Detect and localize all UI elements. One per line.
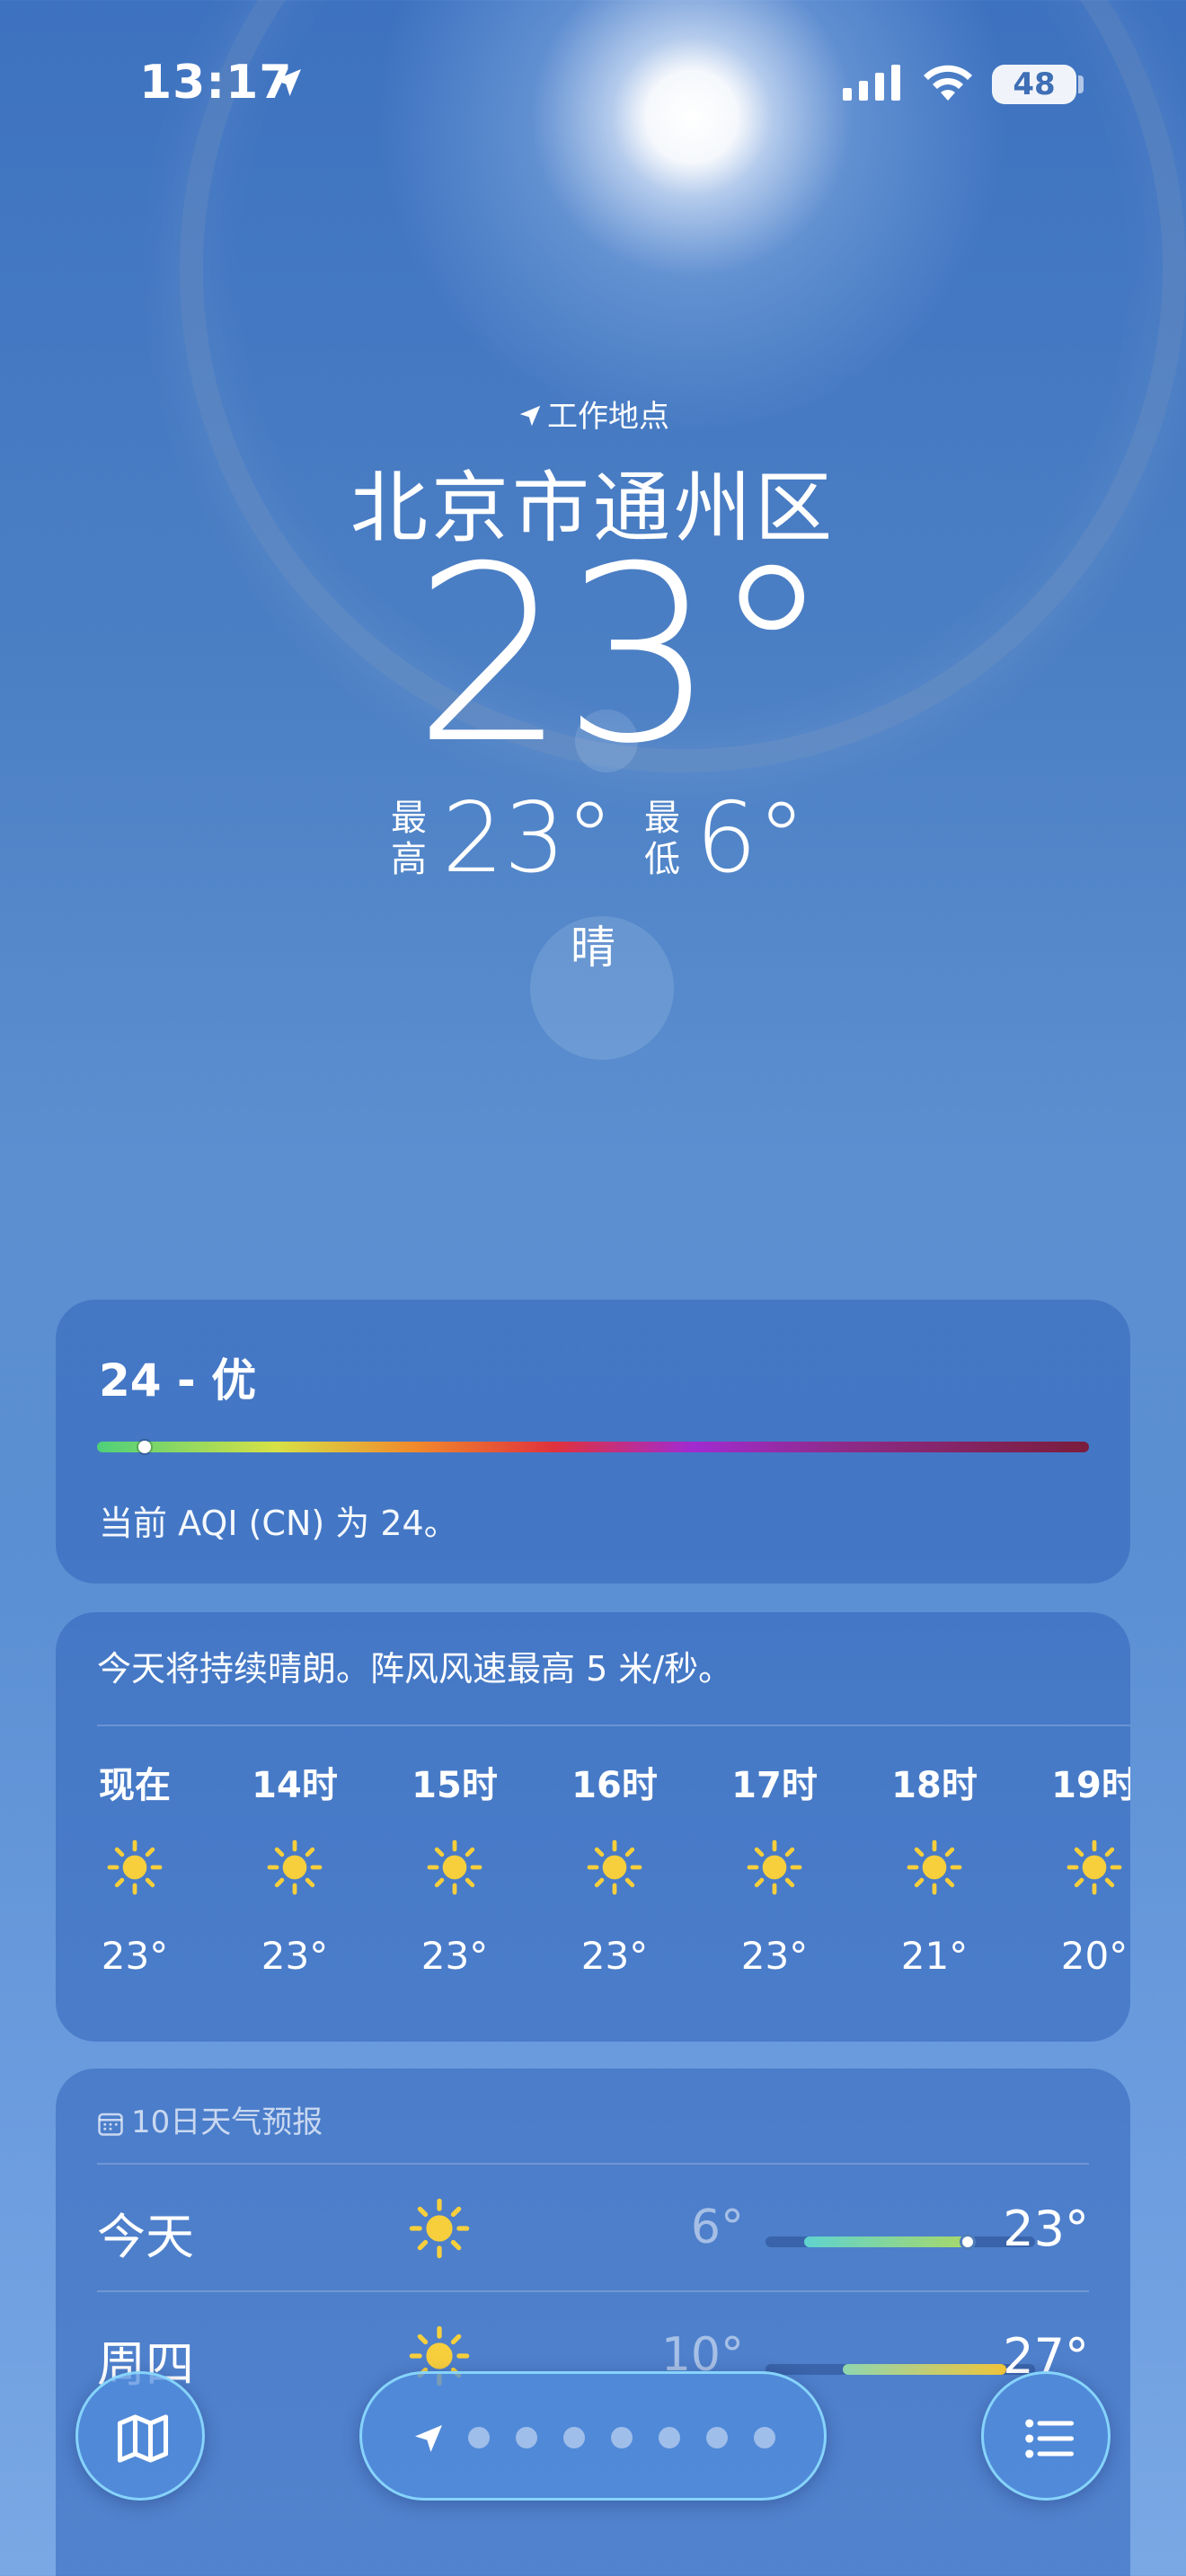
day-low: 6° [690, 2201, 744, 2254]
hour-temperature: 23° [740, 1934, 809, 1978]
sun-icon [408, 2197, 471, 2260]
hour-label: 16时 [571, 1765, 658, 1806]
day-high: 23° [1003, 2201, 1089, 2257]
page-dot[interactable] [754, 2427, 775, 2448]
hourly-item: 18时 21° [872, 1756, 997, 1978]
page-dot[interactable] [563, 2427, 585, 2448]
hour-label: 15时 [412, 1765, 498, 1806]
location-label-text: 工作地点 [547, 399, 669, 435]
aqi-scale-bar [97, 1442, 1089, 1452]
hourly-item: 19时 20° [1031, 1756, 1130, 1978]
sun-icon [746, 1839, 803, 1896]
day-name: 今天 [97, 2209, 194, 2265]
daily-row[interactable]: 今天 6° 23° [97, 2165, 1089, 2290]
page-dot[interactable] [706, 2427, 728, 2448]
battery-indicator: 48 [992, 65, 1076, 104]
list-button[interactable] [981, 2371, 1111, 2501]
high-temperature: 23° [442, 782, 615, 895]
hour-temperature: 23° [261, 1934, 329, 1978]
page-dot[interactable] [516, 2427, 537, 2448]
divider [97, 1725, 1130, 1726]
location-arrow-icon [519, 405, 541, 427]
hourly-item: 16时 23° [552, 1756, 677, 1978]
page-dot[interactable] [659, 2427, 680, 2448]
sun-icon [266, 1839, 323, 1896]
hourly-summary: 今天将持续晴朗。阵风风速最高 5 米/秒。 [97, 1649, 733, 1689]
hour-label: 现在 [99, 1765, 171, 1806]
hourly-item: 现在 23° [72, 1756, 198, 1978]
high-tag: 最高 [391, 798, 427, 880]
sun-icon [586, 1839, 643, 1896]
hour-temperature: 20° [1060, 1934, 1128, 1978]
hour-label: 17时 [731, 1765, 818, 1806]
aqi-card[interactable]: 24 - 优 当前 AQI (CN) 为 24。 [56, 1300, 1130, 1584]
sun-icon [426, 1839, 483, 1896]
temperature-range-track [766, 2234, 1035, 2250]
temperature-range-track [766, 2364, 1035, 2375]
temperature-range-bar [842, 2364, 1006, 2375]
hour-label: 18时 [891, 1765, 978, 1806]
aqi-title: 24 - 优 [99, 1354, 257, 1407]
wifi-icon [924, 65, 972, 101]
cellular-signal-icon [843, 65, 900, 101]
weather-condition: 晴 [571, 922, 615, 974]
hour-temperature: 21° [900, 1934, 969, 1978]
location-label: 工作地点 [0, 392, 1186, 436]
low-tag: 最低 [644, 798, 680, 880]
page-dot[interactable] [468, 2427, 490, 2448]
current-temperature: 23° [412, 514, 833, 797]
location-arrow-icon [274, 69, 301, 96]
hourly-forecast-card[interactable]: 今天将持续晴朗。阵风风速最高 5 米/秒。 现在 23° 14时 23° 15时 23° 1… [56, 1612, 1130, 2042]
hourly-item: 14时 23° [232, 1756, 358, 1978]
map-button[interactable] [75, 2371, 205, 2501]
daily-forecast-title: 10日天气预报 [131, 2104, 323, 2140]
low-temperature: 6° [695, 782, 806, 895]
hour-label: 19时 [1051, 1765, 1130, 1806]
map-icon [117, 2414, 169, 2463]
aqi-description: 当前 AQI (CN) 为 24。 [99, 1504, 458, 1543]
page-indicator[interactable] [359, 2371, 827, 2501]
list-icon [1025, 2419, 1075, 2458]
battery-cap [1078, 75, 1084, 93]
hour-label: 14时 [252, 1765, 338, 1806]
sun-icon [1066, 1839, 1123, 1896]
daily-forecast-header: 10日天气预报 [97, 2097, 323, 2141]
location-arrow-icon [415, 2425, 442, 2452]
temperature-range-bar [803, 2236, 968, 2247]
hour-temperature: 23° [580, 1934, 649, 1978]
current-temperature-dot [960, 2234, 976, 2250]
hourly-item: 17时 23° [712, 1756, 837, 1978]
hour-temperature: 23° [101, 1934, 169, 1978]
sun-icon [106, 1839, 164, 1896]
page-dot[interactable] [611, 2427, 633, 2448]
hour-temperature: 23° [420, 1934, 489, 1978]
calendar-icon [98, 2113, 123, 2136]
sun-icon [906, 1839, 963, 1896]
hourly-item: 15时 23° [392, 1756, 518, 1978]
aqi-indicator [137, 1441, 151, 1453]
